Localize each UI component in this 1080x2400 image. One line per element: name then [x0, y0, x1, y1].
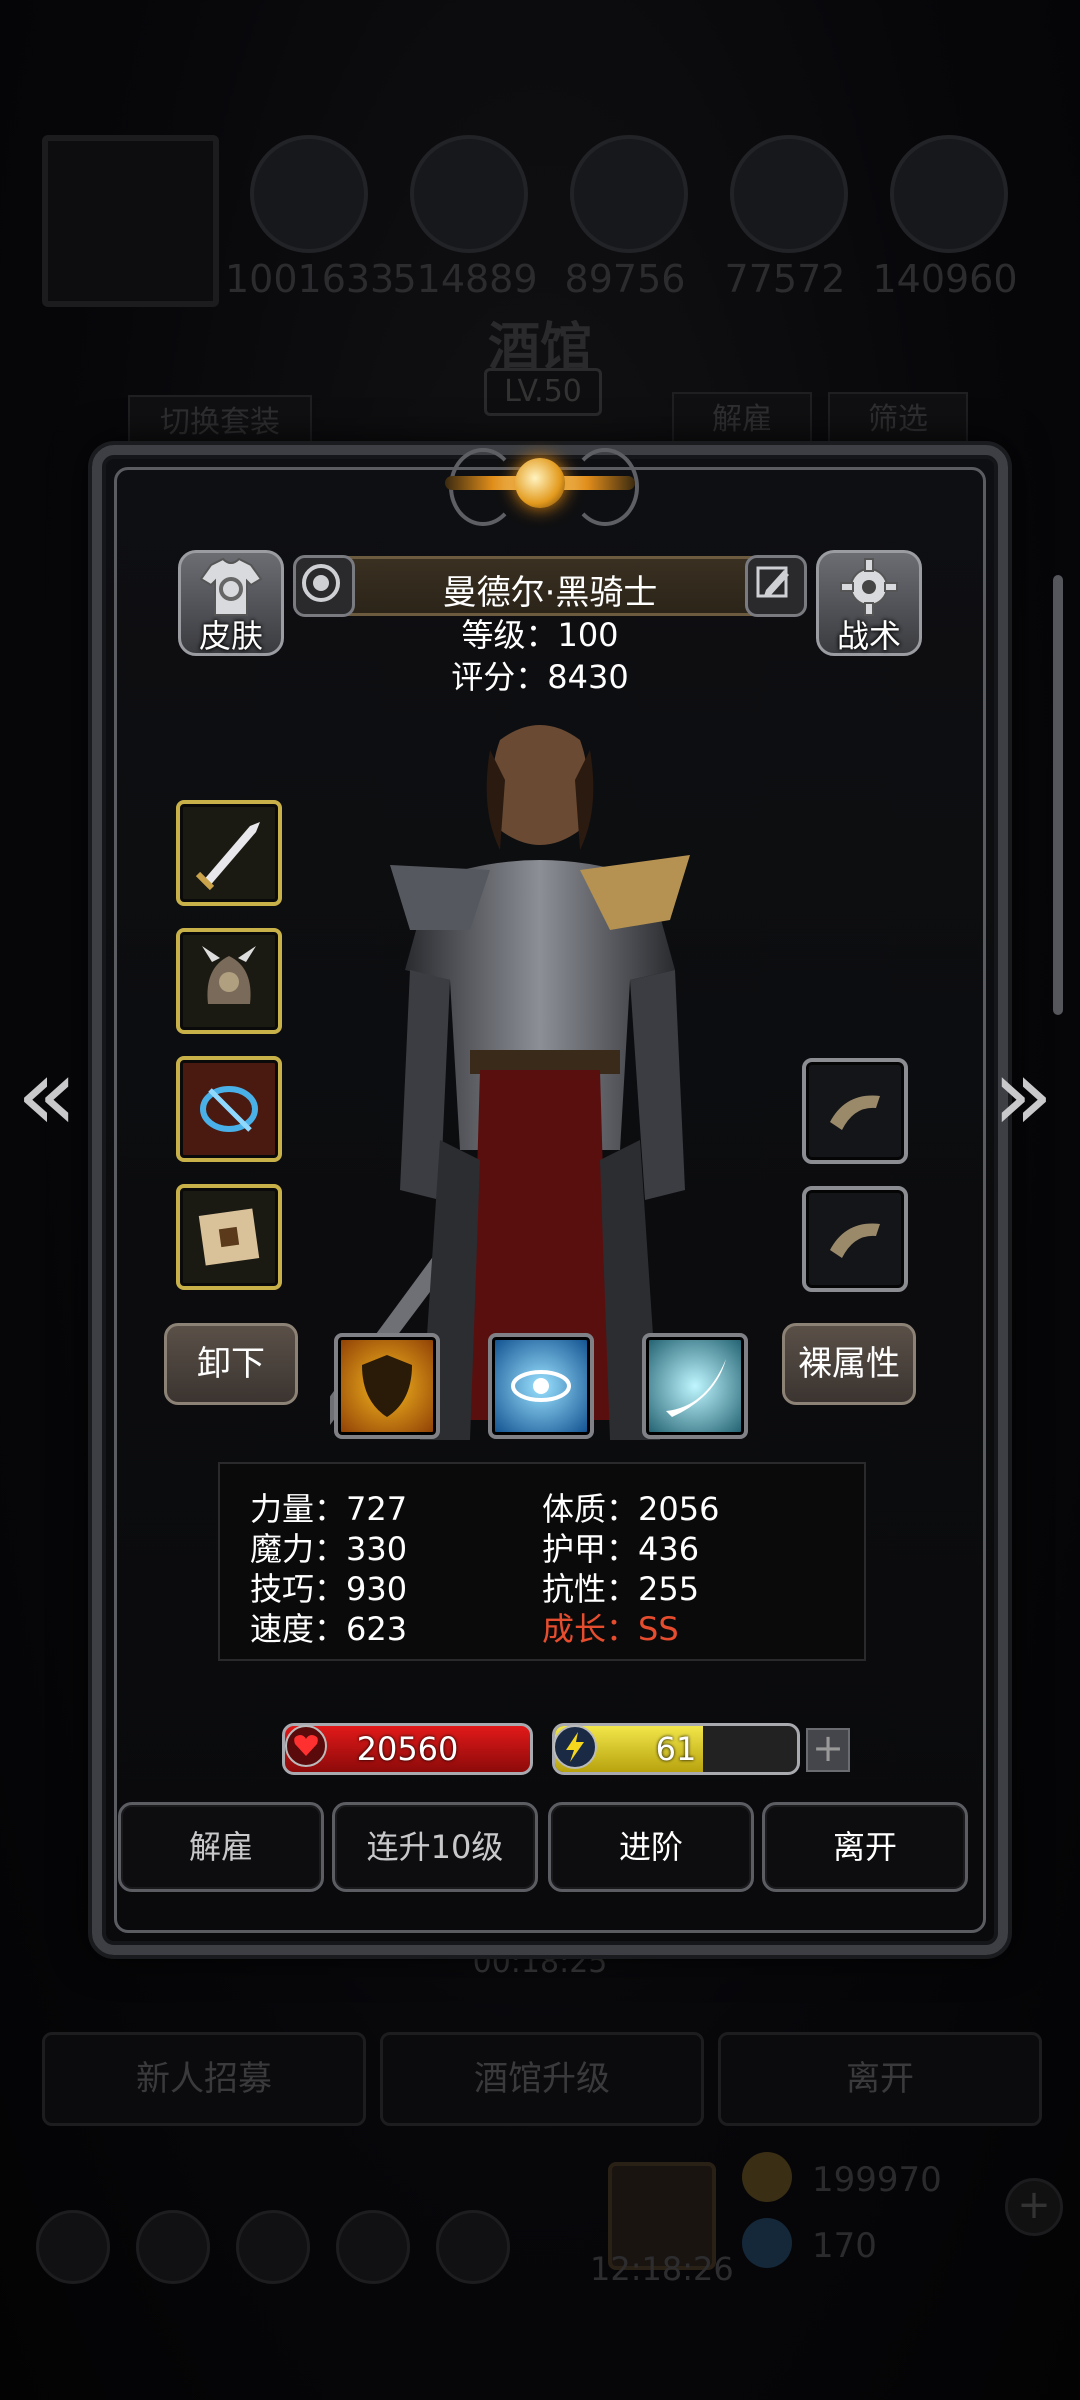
add-energy-button[interactable]: + [806, 1728, 850, 1772]
heart-icon [285, 1725, 327, 1767]
skill-shield[interactable] [334, 1333, 440, 1439]
edit-icon [756, 566, 789, 598]
shield-icon [362, 1355, 412, 1417]
unequip-button[interactable]: 卸下 [164, 1323, 298, 1405]
rename-button[interactable] [745, 555, 807, 617]
gem-amount: 170 [812, 2226, 877, 2266]
bracer-icon [830, 1095, 880, 1130]
equip-slot-scroll[interactable] [176, 1184, 282, 1290]
filter-button: 筛选 [828, 392, 968, 448]
resource-value: 77572 [724, 257, 846, 301]
leave-button[interactable]: 离开 [762, 1802, 968, 1892]
eye-icon [511, 1370, 571, 1402]
skill-slash[interactable] [642, 1333, 748, 1439]
add-icon: + [1005, 2178, 1063, 2236]
equip-slot-weapon[interactable] [176, 800, 282, 906]
panel-crest-ornament [445, 440, 639, 530]
hero-score: 评分：8430 [451, 658, 629, 696]
recruit-button: 新人招募 [42, 2032, 366, 2126]
resource-bar: 1001633 514889 89756 77572 140960 [0, 135, 1080, 301]
attr-growth: 成长：SS [542, 1610, 679, 1648]
equip-slot-helmet[interactable] [176, 928, 282, 1034]
sword-icon [195, 822, 260, 891]
level-up-10-button[interactable]: 连升10级 [332, 1802, 538, 1892]
equip-slot-ring-2[interactable] [802, 1186, 908, 1292]
hero-name-plate: 曼德尔·黑骑士 [293, 555, 807, 617]
resource-icon [730, 135, 848, 253]
advance-button[interactable]: 进阶 [548, 1802, 754, 1892]
menu-icon [236, 2210, 310, 2284]
scroll-icon [198, 1208, 260, 1266]
naked-attributes-button[interactable]: 裸属性 [782, 1323, 916, 1405]
hero-portrait [330, 725, 690, 1440]
bg-leave-button: 离开 [718, 2032, 1042, 2126]
dismiss-button[interactable]: 解雇 [118, 1802, 324, 1892]
attr-speed: 速度：623 [250, 1610, 408, 1648]
resource-value: 514889 [392, 257, 538, 301]
previous-hero-arrow[interactable]: « [12, 1045, 82, 1146]
menu-icon [336, 2210, 410, 2284]
resource-value: 140960 [872, 257, 1018, 301]
bg-dismiss-button: 解雇 [672, 392, 812, 448]
bracer-icon [830, 1223, 880, 1258]
resource-icon [570, 135, 688, 253]
equip-slot-accessory[interactable] [176, 1056, 282, 1162]
resource-icon [250, 135, 368, 253]
tavern-upgrade-button: 酒馆升级 [380, 2032, 704, 2126]
helmet-icon [202, 946, 256, 1004]
gold-coin-icon [742, 2152, 792, 2202]
skill-eye[interactable] [488, 1333, 594, 1439]
gold-amount: 199970 [812, 2160, 942, 2200]
equip-slot-ring-1[interactable] [802, 1058, 908, 1164]
menu-icon [136, 2210, 210, 2284]
resource-value: 1001633 [225, 257, 395, 301]
hero-name: 曼德尔·黑骑士 [442, 573, 658, 613]
tavern-level: LV.50 [484, 368, 602, 416]
slash-icon [666, 1359, 726, 1417]
amulet-icon [200, 1086, 258, 1132]
menu-icon [436, 2210, 510, 2284]
menu-icon [36, 2210, 110, 2284]
resource-icon [410, 135, 528, 253]
resource-value: 89756 [564, 257, 686, 301]
switch-outfit-button: 切换套装 [128, 395, 312, 451]
moon-icon [515, 458, 565, 508]
gem-icon [742, 2218, 792, 2268]
resource-icon [890, 135, 1008, 253]
attributes-panel: 力量：727 魔力：330 技巧：930 速度：623 体质：2056 护甲：4… [218, 1462, 866, 1661]
lightning-icon [553, 1725, 597, 1769]
hero-level: 等级：100 [461, 616, 619, 654]
clock: 12:18:26 [590, 2250, 734, 2288]
next-hero-arrow[interactable]: » [988, 1045, 1058, 1146]
